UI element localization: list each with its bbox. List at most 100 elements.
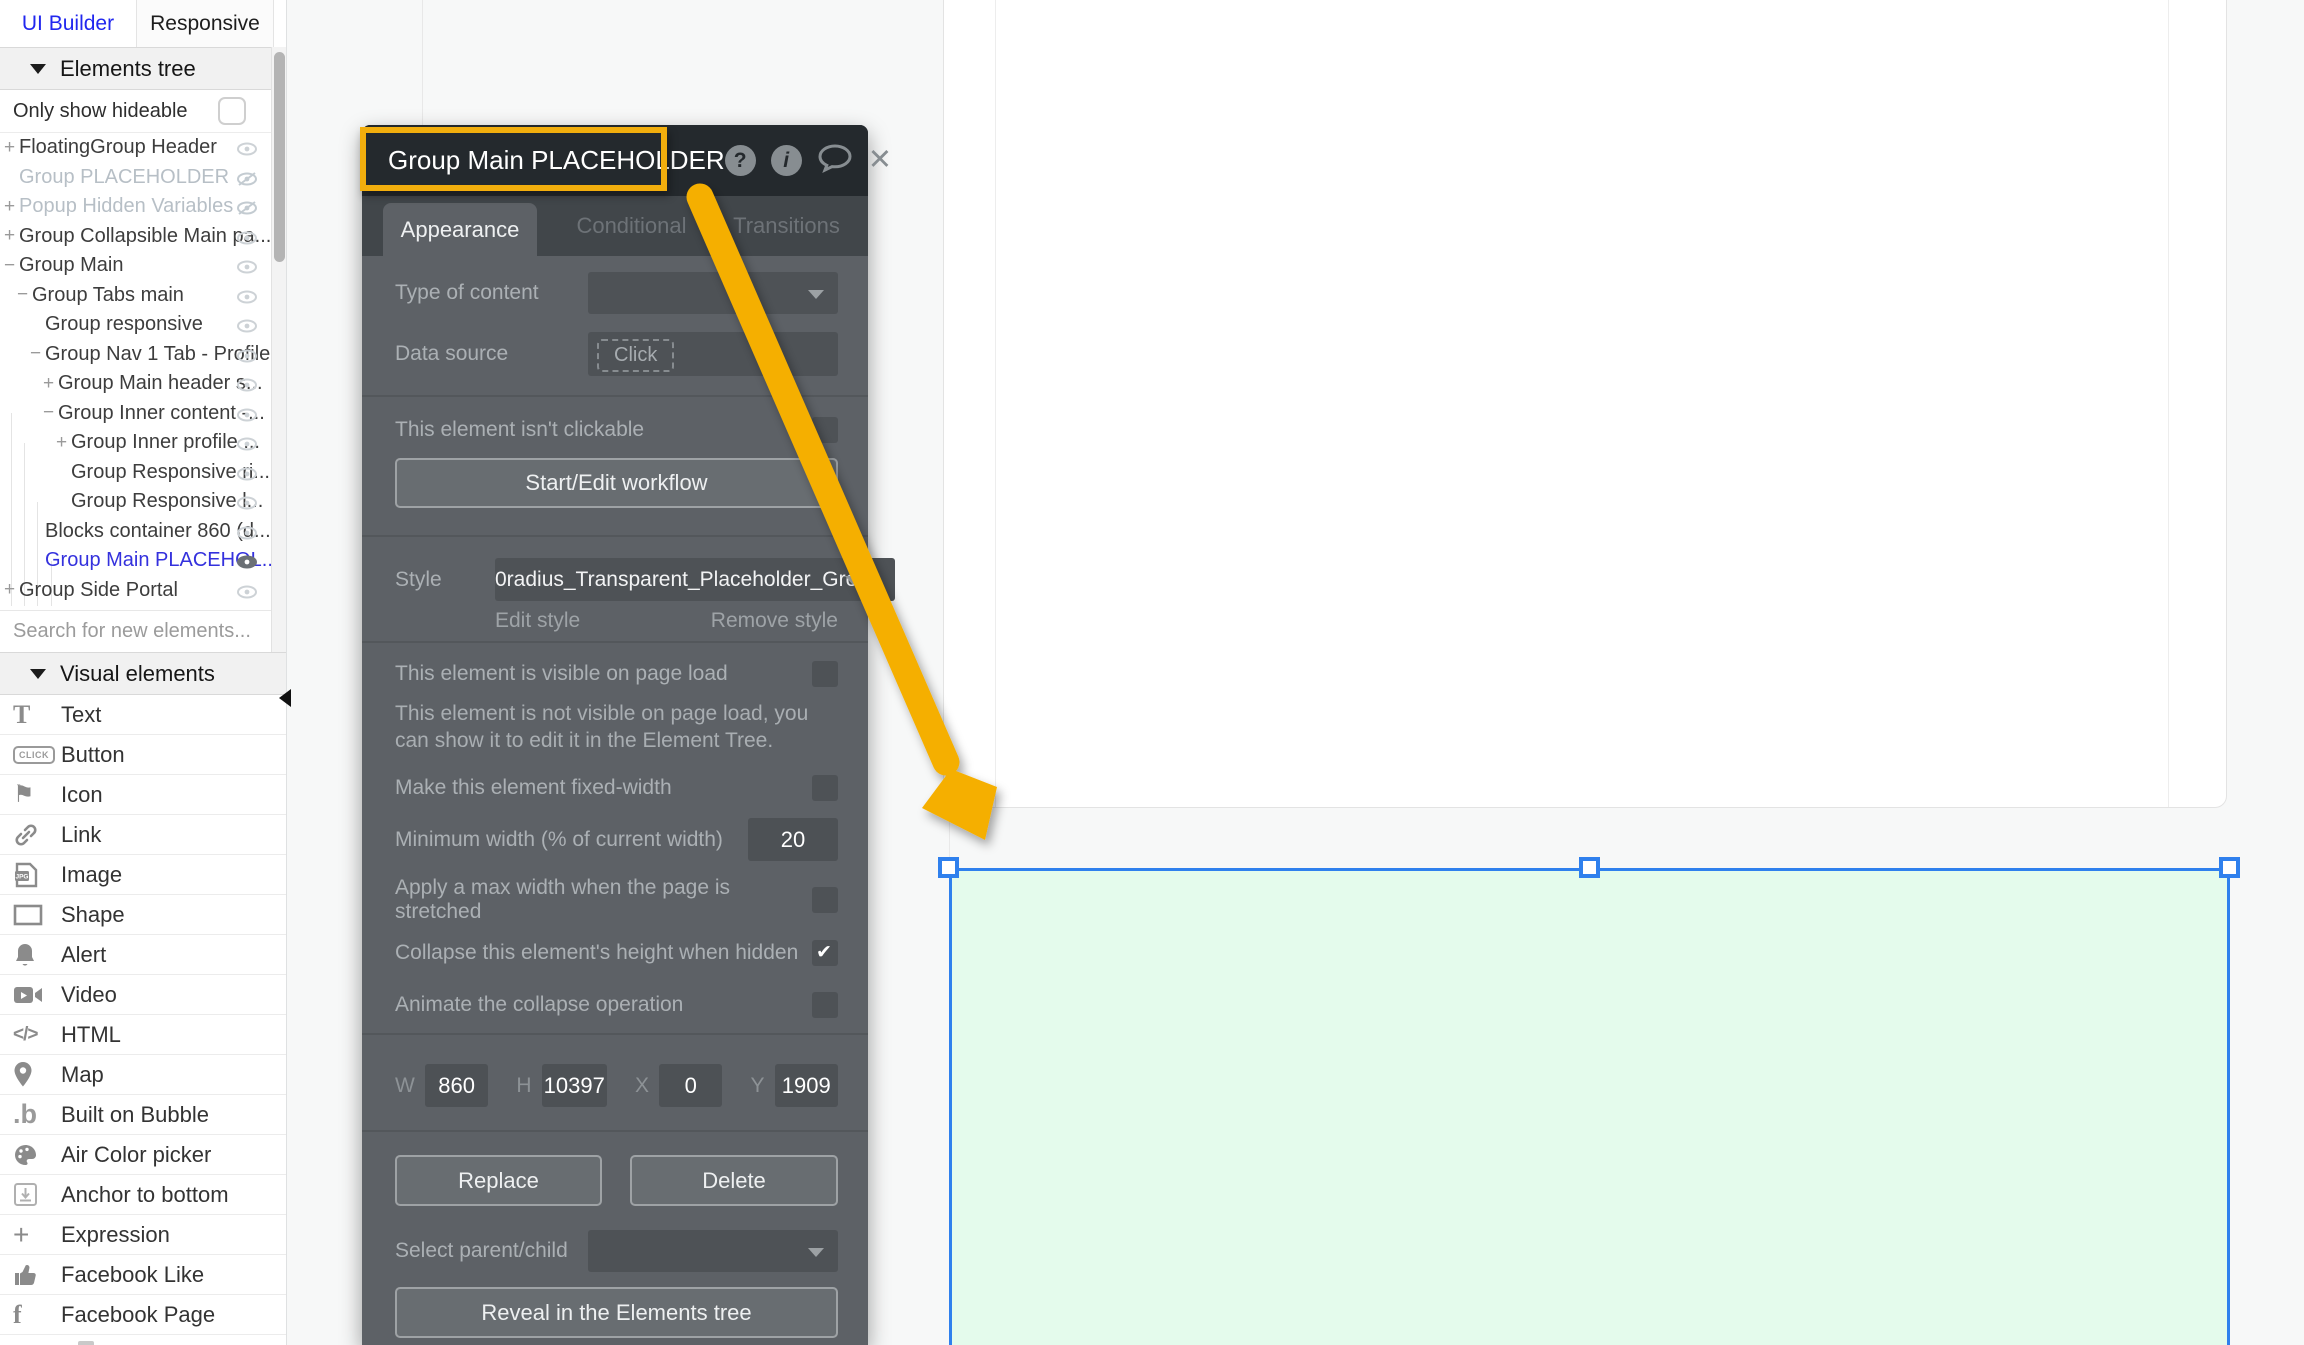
panel-titlebar[interactable]: Group Main PLACEHOLDER ? i ✕ — [362, 125, 892, 196]
chevron-down-icon[interactable] — [30, 63, 46, 74]
expand-collapse-glyph[interactable]: + — [4, 196, 19, 218]
expand-collapse-glyph[interactable]: − — [43, 402, 58, 424]
data-source-field[interactable]: Click — [588, 332, 838, 376]
reveal-in-tree-button[interactable]: Reveal in the Elements tree — [395, 1287, 838, 1338]
element-search-row[interactable]: Search for new elements... — [0, 610, 272, 652]
min-width-input[interactable]: 20 — [748, 818, 838, 861]
fixed-width-checkbox[interactable] — [812, 775, 838, 801]
palette-item-video[interactable]: Video — [0, 975, 286, 1015]
visual-elements-header[interactable]: Visual elements — [0, 652, 286, 695]
palette-item-alert[interactable]: Alert — [0, 935, 286, 975]
tree-scrollbar-thumb[interactable] — [274, 52, 285, 262]
expand-collapse-glyph[interactable]: − — [4, 255, 19, 277]
delete-button[interactable]: Delete — [630, 1155, 838, 1206]
resize-handle-top-left[interactable] — [938, 857, 959, 878]
palette-item-image[interactable]: JPG Image — [0, 855, 286, 895]
eye-icon[interactable] — [236, 583, 258, 599]
info-icon[interactable]: i — [770, 145, 802, 176]
animate-collapse-checkbox[interactable] — [812, 992, 838, 1018]
tab-responsive[interactable]: Responsive — [137, 0, 274, 47]
eye-icon[interactable] — [236, 140, 258, 156]
eye-icon[interactable] — [236, 553, 258, 569]
close-icon[interactable]: ✕ — [868, 146, 892, 175]
select-parent-child-dropdown[interactable] — [588, 1230, 838, 1272]
collapse-height-checkbox[interactable] — [812, 940, 838, 966]
palette-item-button[interactable]: CLICK Button — [0, 735, 286, 775]
eye-icon[interactable] — [236, 258, 258, 274]
expand-collapse-glyph[interactable]: + — [4, 579, 19, 601]
palette-item-air-color-picker[interactable]: Air Color picker — [0, 1135, 286, 1175]
tree-item[interactable]: Blocks container 860 (d... — [0, 517, 272, 547]
data-source-click-chip[interactable]: Click — [597, 339, 675, 372]
eye-icon[interactable] — [236, 288, 258, 304]
expand-collapse-glyph[interactable]: − — [17, 284, 32, 306]
sidebar-collapse-arrow-icon[interactable] — [279, 689, 291, 707]
eye-icon[interactable] — [236, 406, 258, 422]
tree-item[interactable]: + Group Collapsible Main pa... — [0, 222, 272, 252]
elements-tree-header[interactable]: Elements tree — [0, 47, 286, 90]
palette-item-link[interactable]: Link — [0, 815, 286, 855]
eye-icon[interactable] — [236, 435, 258, 451]
expand-collapse-glyph[interactable]: + — [56, 432, 71, 454]
resize-handle-top-right[interactable] — [2219, 857, 2240, 878]
eye-icon[interactable] — [236, 317, 258, 333]
edit-style-link[interactable]: Edit style — [495, 609, 580, 633]
expand-collapse-glyph[interactable]: + — [43, 373, 58, 395]
tree-item[interactable]: + Group Inner profile ... — [0, 428, 272, 458]
tree-item[interactable]: Group Responsive l... — [0, 487, 272, 517]
eye-icon[interactable] — [236, 229, 258, 245]
palette-item-shape[interactable]: Shape — [0, 895, 286, 935]
resize-handle-top-center[interactable] — [1579, 857, 1600, 878]
eye-icon[interactable] — [236, 494, 258, 510]
palette-item-text[interactable]: T Text — [0, 695, 286, 735]
remove-style-link[interactable]: Remove style — [711, 609, 838, 633]
expand-collapse-glyph[interactable]: − — [30, 343, 45, 365]
tree-item[interactable]: − Group Nav 1 Tab - Profile — [0, 340, 272, 370]
palette-item-html[interactable]: </> HTML — [0, 1015, 286, 1055]
comment-icon[interactable] — [817, 143, 853, 178]
eye-slash-icon[interactable] — [236, 170, 258, 186]
tab-transitions[interactable]: Transitions — [709, 196, 864, 256]
eye-icon[interactable] — [236, 376, 258, 392]
chevron-down-icon[interactable] — [30, 668, 46, 679]
replace-button[interactable]: Replace — [395, 1155, 602, 1206]
max-width-checkbox[interactable] — [812, 887, 838, 913]
eye-icon[interactable] — [236, 347, 258, 363]
palette-item-map[interactable]: Map — [0, 1055, 286, 1095]
tree-item[interactable]: Group responsive — [0, 310, 272, 340]
expand-collapse-glyph[interactable]: + — [4, 225, 19, 247]
tree-item[interactable]: Group Responsive ri... — [0, 458, 272, 488]
only-show-hideable-checkbox[interactable] — [218, 97, 246, 125]
expand-collapse-glyph[interactable]: + — [4, 137, 19, 159]
tab-ui-builder[interactable]: UI Builder — [0, 0, 137, 47]
eye-icon[interactable] — [236, 524, 258, 540]
eye-icon[interactable] — [236, 465, 258, 481]
palette-item-built-on-bubble[interactable]: .b Built on Bubble — [0, 1095, 286, 1135]
eye-slash-icon[interactable] — [236, 199, 258, 215]
help-icon[interactable]: ? — [724, 145, 756, 176]
tree-item[interactable]: − Group Tabs main — [0, 281, 272, 311]
not-clickable-checkbox[interactable] — [812, 417, 838, 443]
h-input[interactable]: 10397 — [541, 1064, 607, 1107]
w-input[interactable]: 860 — [424, 1064, 489, 1107]
start-edit-workflow-button[interactable]: Start/Edit workflow — [395, 458, 838, 508]
palette-item-anchor-to-bottom[interactable]: Anchor to bottom — [0, 1175, 286, 1215]
tree-item[interactable]: + Group Side Portal — [0, 576, 272, 606]
tree-item[interactable]: + Group Main header s... — [0, 369, 272, 399]
y-input[interactable]: 1909 — [774, 1064, 839, 1107]
selected-group-element[interactable] — [949, 868, 2230, 1345]
tree-item[interactable]: + Popup Hidden Variables — [0, 192, 272, 222]
palette-item-facebook-like[interactable]: Facebook Like — [0, 1255, 286, 1295]
palette-item-expression[interactable]: + Expression — [0, 1215, 286, 1255]
tree-item[interactable]: Group PLACEHOLDER — [0, 163, 272, 193]
tree-item[interactable]: − Group Inner content -... — [0, 399, 272, 429]
x-input[interactable]: 0 — [658, 1064, 723, 1107]
tree-item[interactable]: − Group Main — [0, 251, 272, 281]
palette-item-icon[interactable]: ⚑ Icon — [0, 775, 286, 815]
tree-item[interactable]: Group Main PLACEHOL... — [0, 546, 272, 576]
tab-conditional[interactable]: Conditional — [554, 196, 709, 256]
palette-item-facebook-page[interactable]: f Facebook Page — [0, 1295, 286, 1335]
tree-scrollbar-track[interactable] — [271, 47, 286, 652]
page-canvas[interactable] — [943, 0, 2227, 808]
type-of-content-dropdown[interactable] — [588, 272, 838, 314]
